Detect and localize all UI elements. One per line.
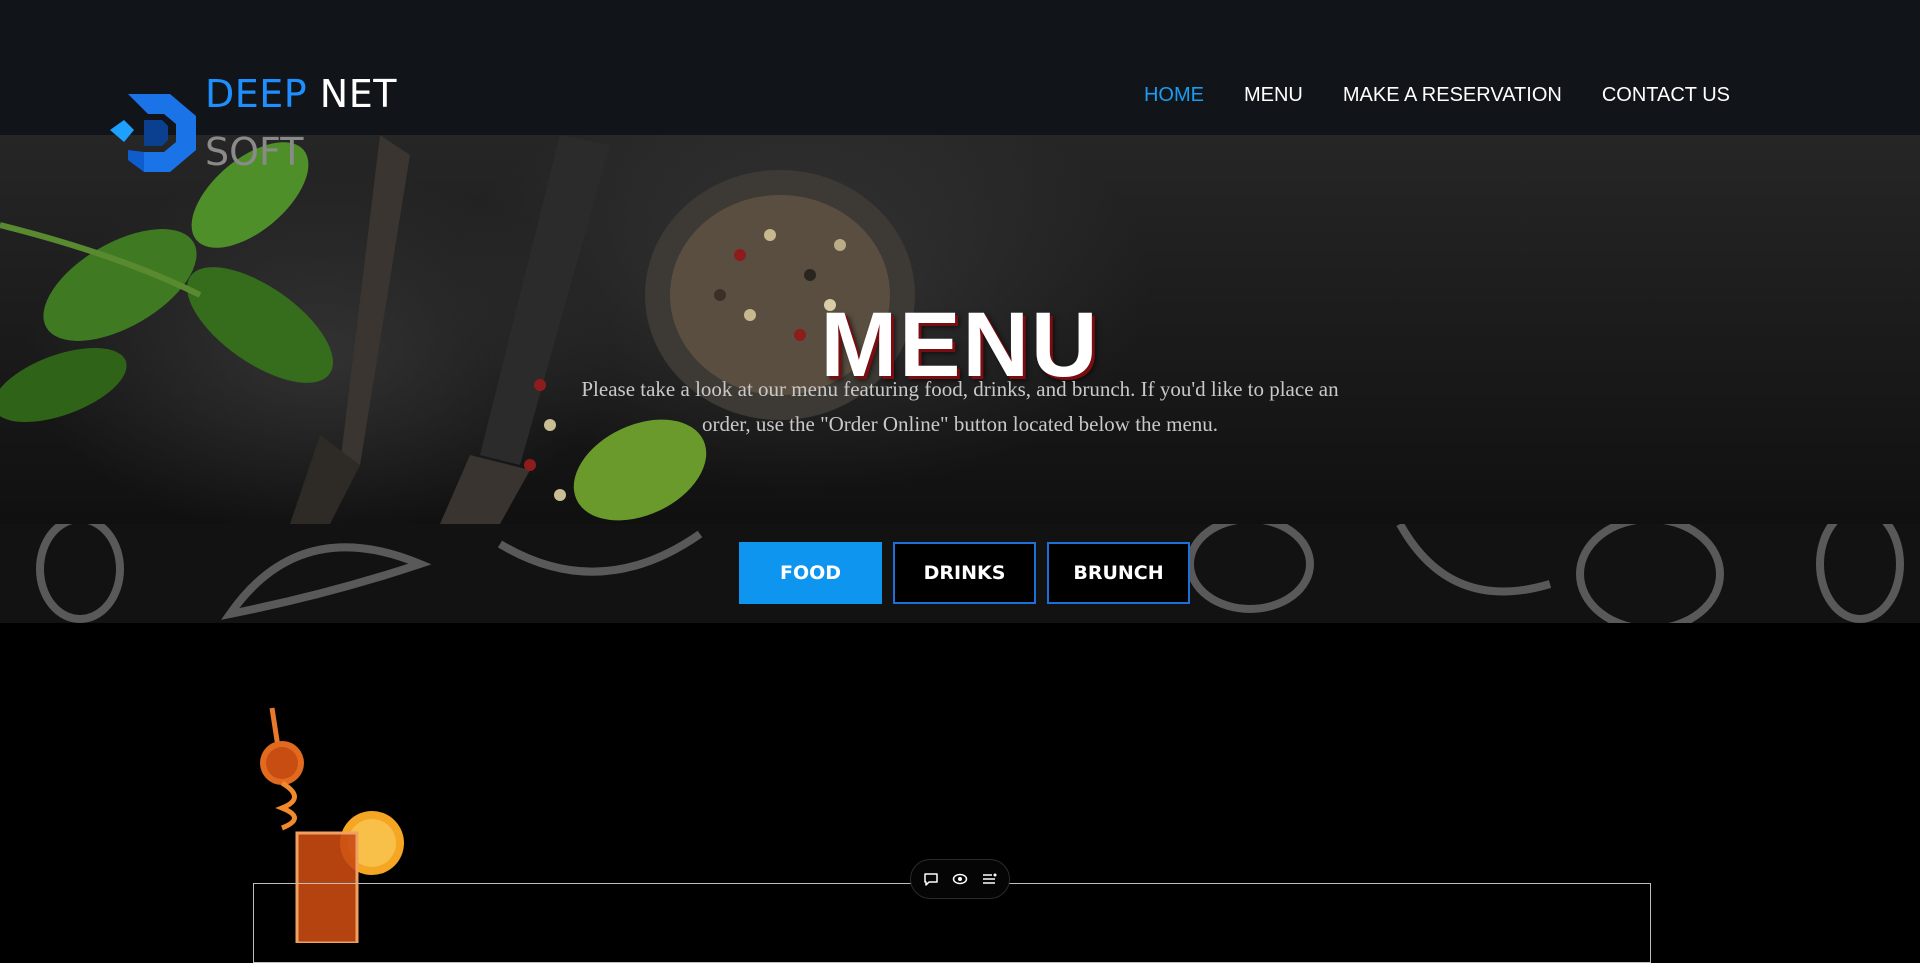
hero-description: Please take a look at our menu featuring… xyxy=(581,377,1339,436)
tab-drinks[interactable]: DRINKS xyxy=(893,542,1036,604)
brand-word-net: NET xyxy=(319,72,397,116)
floating-toolbar xyxy=(910,859,1010,899)
list-icon[interactable] xyxy=(978,868,1000,890)
nav-home[interactable]: HOME xyxy=(1144,84,1204,107)
brand-name-line1: DEEP NET xyxy=(205,72,397,116)
nav-contact-us[interactable]: CONTACT US xyxy=(1602,84,1730,107)
menu-tabs: FOOD DRINKS BRUNCH xyxy=(739,542,1190,604)
eye-icon[interactable] xyxy=(949,868,971,890)
main-nav: HOME MENU MAKE A RESERVATION CONTACT US xyxy=(1144,84,1730,107)
menu-hero: MENU Please take a look at our menu feat… xyxy=(0,135,1920,524)
logo-d-icon xyxy=(110,94,196,172)
comment-icon[interactable] xyxy=(920,868,942,890)
tab-food[interactable]: FOOD xyxy=(739,542,882,604)
nav-menu[interactable]: MENU xyxy=(1244,84,1303,107)
brand-word-deep: DEEP xyxy=(205,72,308,116)
menu-content xyxy=(0,623,1920,963)
nav-make-reservation[interactable]: MAKE A RESERVATION xyxy=(1343,84,1562,107)
brand-word-soft: SOFT xyxy=(205,130,304,174)
menu-category-bar: FOOD DRINKS BRUNCH xyxy=(0,524,1920,623)
tab-brunch[interactable]: BRUNCH xyxy=(1047,542,1190,604)
site-logo[interactable]: DEEP NET SOFT xyxy=(110,70,396,180)
